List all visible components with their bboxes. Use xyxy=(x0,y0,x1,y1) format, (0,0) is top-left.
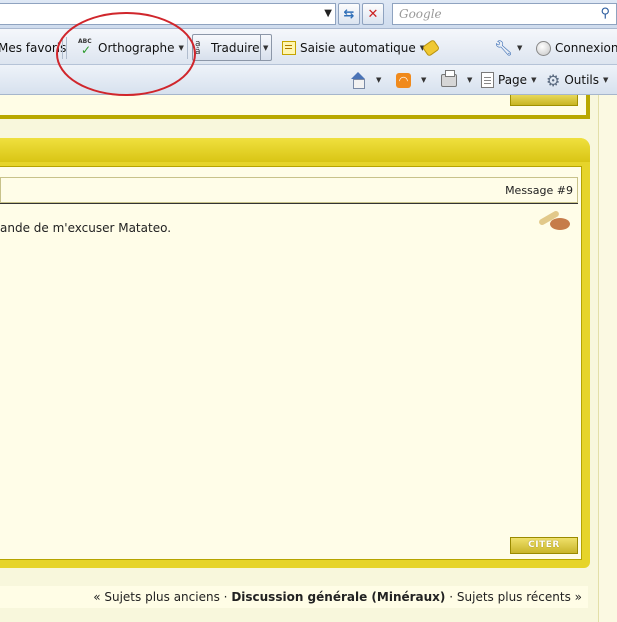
forum-post: Message #9 ande de m'excuser Matateo. CI… xyxy=(0,138,590,568)
message-number[interactable]: Message #9 xyxy=(505,184,573,197)
previous-post-bottom xyxy=(0,95,590,119)
page-icon xyxy=(481,72,494,88)
wrench-icon: 🔧︎ xyxy=(494,39,514,57)
print-button[interactable]: ▼ xyxy=(441,69,472,90)
forum-link[interactable]: Discussion générale (Minéraux) xyxy=(231,590,445,604)
search-placeholder: Google xyxy=(399,7,442,21)
favorites-button[interactable]: Mes favoris xyxy=(0,38,66,58)
page-menu-label: Page xyxy=(498,73,528,87)
translate-icon: aâ xyxy=(195,39,201,57)
tools-menu-label: Outils xyxy=(564,73,600,87)
newer-topics-link[interactable]: Sujets plus récents » xyxy=(457,590,582,604)
post-body: Message #9 ande de m'excuser Matateo. CI… xyxy=(0,166,582,560)
nav-separator: · xyxy=(449,590,454,604)
refresh-icon[interactable]: ⇆ xyxy=(338,3,360,25)
feeds-button[interactable]: ◠ ▼ xyxy=(396,70,426,90)
connexion-label: Connexion xyxy=(555,41,617,55)
spellcheck-button[interactable]: ABC ✓ Orthographe ▼ xyxy=(78,38,184,58)
topic-navigation: « Sujets plus anciens · Discussion génér… xyxy=(0,586,588,608)
address-field[interactable]: ▼ xyxy=(0,3,336,25)
translate-dropdown-icon[interactable]: ▼ xyxy=(263,38,268,58)
post-header xyxy=(0,138,590,162)
shell-icon xyxy=(536,209,574,231)
connexion-button[interactable]: Connexion xyxy=(536,38,617,58)
quote-button[interactable]: CITER xyxy=(510,537,578,554)
stop-icon[interactable]: ✕ xyxy=(362,3,384,25)
home-icon xyxy=(350,72,366,89)
chevron-down-icon[interactable]: ▼ xyxy=(531,76,536,84)
address-bar-row: ▼ ⇆ ✕ Google ⚲ xyxy=(0,0,617,29)
chevron-down-icon[interactable]: ▼ xyxy=(179,44,184,52)
page-margin xyxy=(598,95,617,622)
toolbar-separator xyxy=(187,37,188,59)
chevron-down-icon[interactable]: ▼ xyxy=(517,44,522,52)
older-topics-link[interactable]: « Sujets plus anciens xyxy=(93,590,220,604)
home-button[interactable]: ▼ xyxy=(350,70,381,90)
page-menu-button[interactable]: Page ▼ xyxy=(481,70,536,90)
gear-icon: ⚙ xyxy=(546,70,561,90)
chevron-down-icon[interactable]: ▼ xyxy=(467,76,472,84)
chevron-down-icon[interactable]: ▼ xyxy=(376,76,381,84)
address-dropdown-icon[interactable]: ▼ xyxy=(324,8,332,19)
favorites-label: Mes favoris xyxy=(0,41,67,55)
tools-menu-button[interactable]: ⚙ Outils ▼ xyxy=(546,70,608,90)
post-meta-bar: Message #9 xyxy=(0,177,578,204)
search-icon[interactable]: ⚲ xyxy=(600,6,610,21)
previous-quote-button[interactable] xyxy=(510,95,578,106)
spellcheck-icon: ABC ✓ xyxy=(78,38,92,57)
autofill-label: Saisie automatique xyxy=(300,41,416,55)
settings-button[interactable]: 🔧︎ ▼ xyxy=(494,38,522,58)
spellcheck-label: Orthographe xyxy=(98,41,175,55)
rss-icon: ◠ xyxy=(396,72,411,88)
print-icon xyxy=(441,69,457,87)
post-meta: Message #9 xyxy=(0,177,578,203)
chevron-down-icon[interactable]: ▼ xyxy=(421,76,426,84)
toolbar-separator xyxy=(66,37,67,59)
toolbar-separator xyxy=(62,37,63,59)
nav-separator: · xyxy=(223,590,228,604)
autofill-button[interactable]: Saisie automatique ▼ xyxy=(282,38,425,58)
account-icon xyxy=(536,40,551,56)
autofill-icon xyxy=(282,41,296,55)
eraser-button[interactable] xyxy=(421,38,441,58)
chevron-down-icon[interactable]: ▼ xyxy=(603,76,608,84)
eraser-icon xyxy=(421,39,441,57)
google-toolbar: Mes favoris ABC ✓ Orthographe ▼ aâ Tradui… xyxy=(0,29,617,65)
post-text: ande de m'excuser Matateo. xyxy=(0,221,172,235)
search-input[interactable]: Google ⚲ xyxy=(392,3,617,25)
translate-split xyxy=(260,35,261,60)
translate-content[interactable]: aâ Traduire xyxy=(195,38,259,58)
command-bar: ▼ ◠ ▼ ▼ Page ▼ ⚙ Outils ▼ xyxy=(0,65,617,95)
translate-label: Traduire xyxy=(211,41,260,55)
